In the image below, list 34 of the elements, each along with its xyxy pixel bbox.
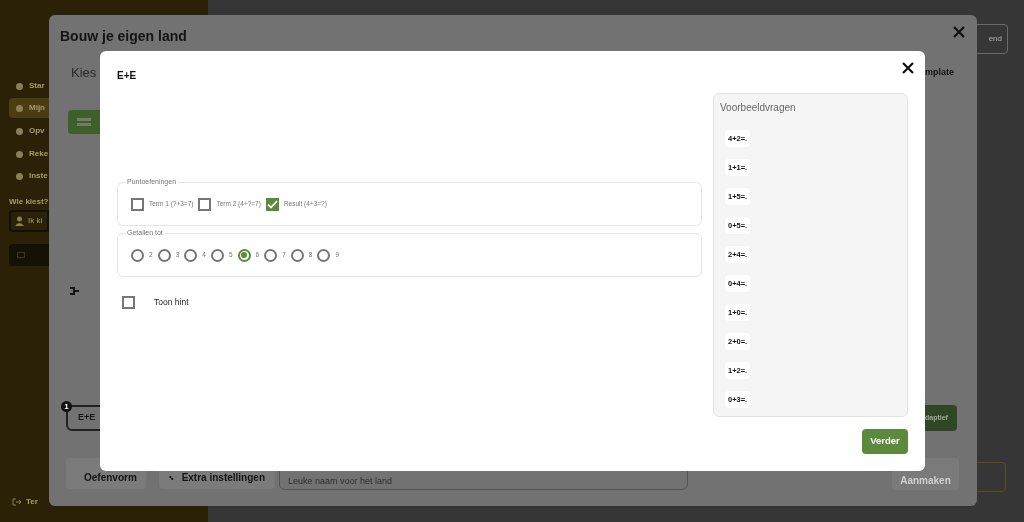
radio-button[interactable]	[184, 248, 198, 262]
close-icon	[902, 62, 914, 74]
flow-icon	[70, 286, 79, 296]
person-icon	[15, 216, 24, 226]
section-heading: Kies	[71, 64, 97, 82]
chooser-heading: Wie kiest?	[9, 196, 49, 208]
sidebar-item[interactable]: Opv	[9, 121, 49, 141]
radio-button[interactable]	[210, 248, 224, 262]
sidebar-item[interactable]: Mijn	[9, 98, 49, 118]
template-button[interactable]: mplate	[925, 66, 954, 80]
radio-button[interactable]	[157, 248, 171, 262]
sidebar-item[interactable]: Star	[9, 76, 49, 96]
hint-option[interactable]: Toon hint	[122, 296, 189, 309]
sidebar-item[interactable]: Reke	[9, 144, 49, 164]
checkbox[interactable]	[122, 296, 135, 309]
radio-button[interactable]	[264, 248, 278, 262]
logout-link[interactable]: Ter	[12, 494, 49, 510]
radio-button[interactable]	[131, 248, 144, 262]
checkbox[interactable]	[265, 197, 279, 211]
step-number: 1	[61, 401, 72, 412]
close-icon	[953, 26, 965, 38]
radio-button[interactable]	[290, 248, 304, 262]
logout-icon	[12, 498, 21, 506]
radio-button[interactable]	[317, 248, 331, 262]
next-button[interactable]: Verder	[862, 429, 908, 454]
radio-button[interactable]	[237, 248, 251, 262]
modal-title: Bouw je eigen land	[60, 27, 187, 46]
checkbox[interactable]	[198, 197, 212, 211]
sidebar-item[interactable]: Inste	[9, 166, 49, 186]
card-icon	[17, 252, 25, 258]
dialog-title: E+E	[117, 69, 137, 83]
checkbox[interactable]	[131, 197, 144, 211]
panel-title: Voorbeeldvragen	[720, 101, 796, 115]
grid-icon	[77, 118, 91, 126]
